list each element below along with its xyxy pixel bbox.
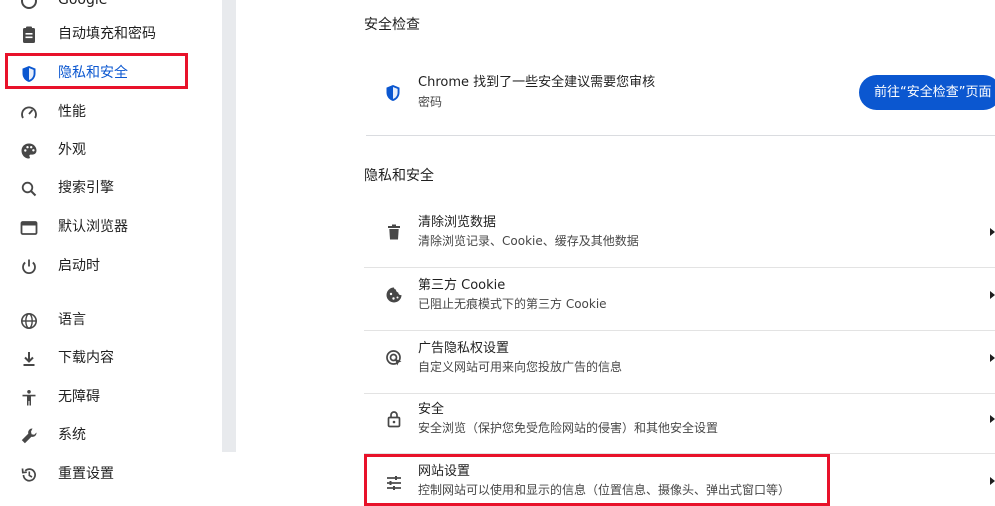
sidebar-scroll-gutter	[222, 0, 236, 452]
chevron-right-icon	[990, 354, 995, 362]
row-subtitle: 清除浏览记录、Cookie、缓存及其他数据	[418, 234, 639, 248]
clipboard-icon	[19, 25, 39, 45]
sidebar-item-label: 隐私和安全	[58, 65, 128, 81]
chevron-right-icon	[990, 291, 995, 299]
privacy-row-site-settings[interactable]: 网站设置 控制网站可以使用和显示的信息（位置信息、摄像头、弹出式窗口等）	[364, 454, 995, 500]
sidebar-item-label: 自动填充和密码	[58, 26, 156, 42]
sidebar-item-label: 外观	[58, 142, 86, 158]
privacy-row-third-party-cookies[interactable]: 第三方 Cookie 已阻止无痕模式下的第三方 Cookie	[364, 268, 995, 330]
row-title: 第三方 Cookie	[418, 278, 506, 293]
settings-sidebar: Google 自动填充和密码 隐私和安全 性能 外观 搜索引擎 默认浏览器 启动…	[0, 0, 222, 500]
shield-icon	[19, 64, 39, 84]
speedometer-icon	[19, 103, 39, 123]
row-subtitle: 控制网站可以使用和显示的信息（位置信息、摄像头、弹出式窗口等）	[418, 483, 791, 497]
sidebar-item-performance[interactable]: 性能	[0, 93, 222, 131]
go-to-safety-check-button[interactable]: 前往“安全检查”页面	[859, 75, 995, 110]
row-title: 广告隐私权设置	[418, 341, 510, 356]
sidebar-item-label: 性能	[58, 104, 86, 120]
safety-check-detail: 密码	[418, 95, 443, 109]
sidebar-item-label: 系统	[58, 427, 86, 443]
sidebar-item-on-startup[interactable]: 启动时	[0, 247, 222, 285]
privacy-row-clear-browsing-data[interactable]: 清除浏览数据 清除浏览记录、Cookie、缓存及其他数据	[364, 205, 995, 267]
sidebar-item-label: Google	[58, 0, 108, 8]
safety-check-heading: 安全检查	[364, 17, 420, 33]
ad-privacy-icon	[384, 348, 404, 368]
search-icon	[19, 179, 39, 199]
privacy-security-heading: 隐私和安全	[364, 168, 434, 184]
sidebar-item-label: 搜索引擎	[58, 180, 114, 196]
sidebar-item-downloads[interactable]: 下载内容	[0, 339, 222, 377]
palette-icon	[19, 141, 39, 161]
sidebar-item-label: 默认浏览器	[58, 219, 128, 235]
tune-sliders-icon	[384, 473, 404, 493]
shield-icon	[383, 83, 403, 103]
cookie-icon	[384, 285, 404, 305]
lock-icon	[384, 409, 404, 429]
globe-icon	[19, 311, 39, 331]
sidebar-item-label: 无障碍	[58, 389, 100, 405]
sidebar-item-label: 下载内容	[58, 350, 114, 366]
row-title: 清除浏览数据	[418, 215, 497, 230]
sidebar-item-label: 重置设置	[58, 466, 114, 482]
sidebar-item-appearance[interactable]: 外观	[0, 131, 222, 169]
sidebar-item-search-engine[interactable]: 搜索引擎	[0, 169, 222, 207]
trash-icon	[384, 222, 404, 242]
sidebar-item-label: 启动时	[58, 258, 100, 274]
sidebar-item-languages[interactable]: 语言	[0, 301, 222, 339]
safety-card-bottom-edge	[366, 135, 995, 136]
sidebar-item-reset-settings[interactable]: 重置设置	[0, 455, 222, 493]
browser-window-icon	[19, 218, 39, 238]
google-icon	[19, 0, 39, 11]
chevron-right-icon	[990, 415, 995, 423]
sidebar-item-privacy-security[interactable]: 隐私和安全	[0, 54, 222, 92]
power-icon	[19, 257, 39, 277]
row-subtitle: 已阻止无痕模式下的第三方 Cookie	[418, 297, 607, 311]
chevron-right-icon	[990, 477, 995, 485]
row-title: 网站设置	[418, 464, 471, 479]
privacy-row-ad-privacy[interactable]: 广告隐私权设置 自定义网站可用来向您投放广告的信息	[364, 331, 995, 393]
sidebar-item-label: 语言	[58, 312, 86, 328]
reset-history-icon	[19, 465, 39, 485]
accessibility-icon	[19, 388, 39, 408]
download-icon	[19, 349, 39, 369]
sidebar-item-system[interactable]: 系统	[0, 416, 222, 454]
row-subtitle: 安全浏览（保护您免受危险网站的侵害）和其他安全设置	[418, 421, 719, 435]
sidebar-item-accessibility[interactable]: 无障碍	[0, 378, 222, 416]
chevron-right-icon	[990, 228, 995, 236]
privacy-row-security[interactable]: 安全 安全浏览（保护您免受危险网站的侵害）和其他安全设置	[364, 394, 995, 452]
wrench-icon	[19, 426, 39, 446]
sidebar-item-autofill[interactable]: 自动填充和密码	[0, 15, 222, 53]
safety-check-message: Chrome 找到了一些安全建议需要您审核	[418, 75, 656, 90]
sidebar-item-default-browser[interactable]: 默认浏览器	[0, 208, 222, 246]
row-title: 安全	[418, 402, 445, 417]
row-subtitle: 自定义网站可用来向您投放广告的信息	[418, 360, 623, 374]
